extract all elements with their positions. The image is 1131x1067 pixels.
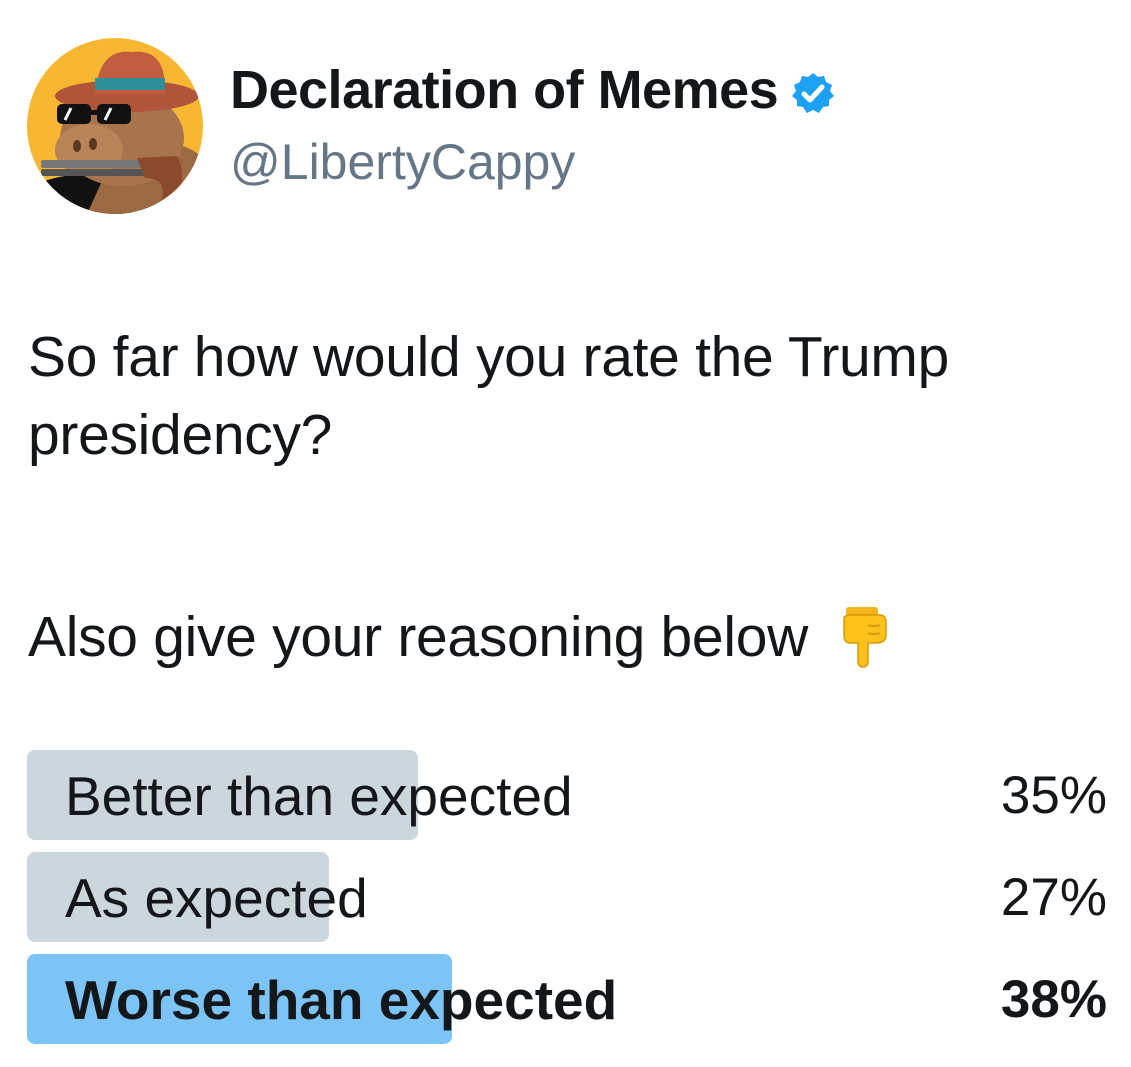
poll-option-as-expected[interactable]: As expected 27%: [27, 852, 1107, 944]
avatar[interactable]: [27, 38, 203, 214]
poll-option-label: As expected: [65, 867, 368, 929]
display-name-text[interactable]: Declaration of Memes: [230, 58, 779, 122]
poll: Better than expected 35% As expected 27%…: [27, 750, 1107, 1056]
poll-option-worse[interactable]: Worse than expected 38%: [27, 954, 1107, 1046]
display-name[interactable]: Declaration of Memes: [230, 58, 836, 122]
poll-option-percent: 38%: [1000, 970, 1107, 1029]
poll-option-percent: 35%: [1000, 766, 1107, 825]
tweet-instruction-text: Also give your reasoning below: [28, 605, 808, 669]
poll-option-label: Worse than expected: [65, 969, 618, 1031]
poll-option-label: Better than expected: [65, 765, 573, 827]
tweet-instruction: Also give your reasoning below: [28, 598, 1108, 676]
verified-badge-icon: [790, 67, 836, 113]
poll-option-percent: 27%: [1000, 868, 1107, 927]
author-handle[interactable]: @LibertyCappy: [230, 132, 575, 192]
capybara-cowboy-avatar-icon: [27, 38, 203, 214]
poll-option-better[interactable]: Better than expected 35%: [27, 750, 1107, 842]
backhand-index-pointing-down-icon: [836, 605, 892, 669]
tweet-text: So far how would you rate the Trump pres…: [28, 318, 1108, 676]
tweet-question: So far how would you rate the Trump pres…: [28, 325, 949, 467]
